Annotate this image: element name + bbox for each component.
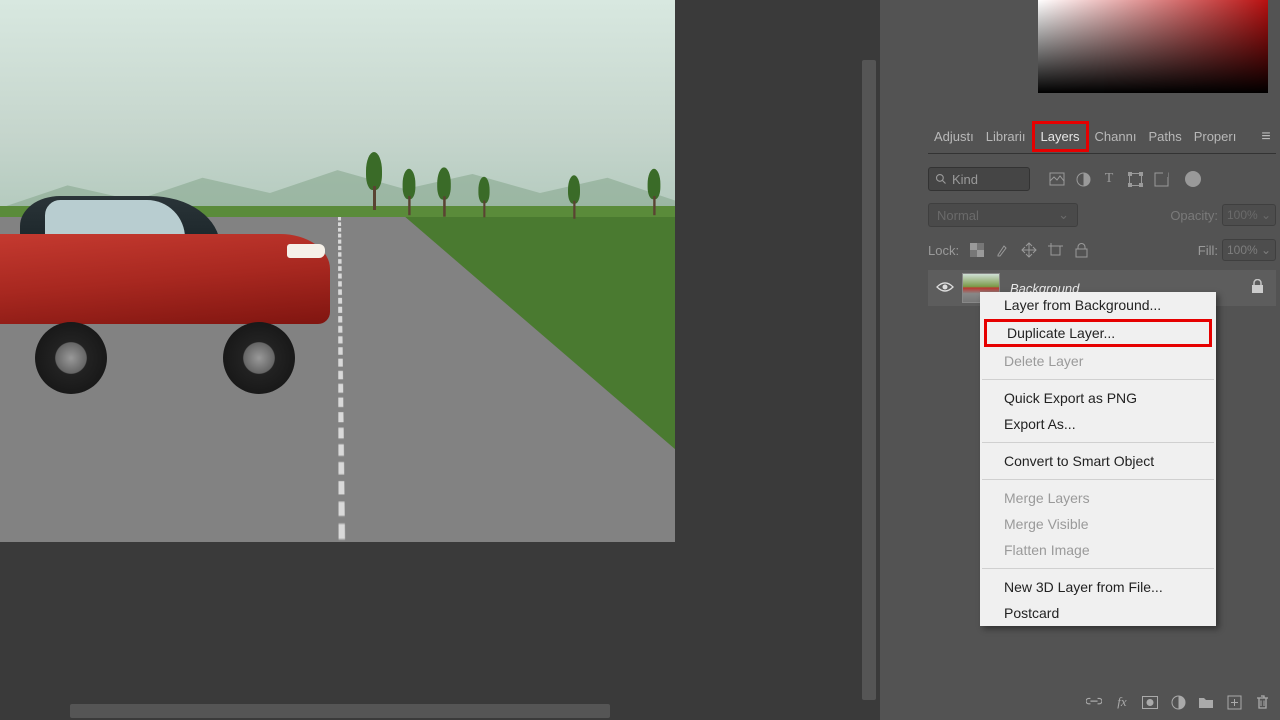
filter-pixel-icon[interactable] <box>1049 171 1065 187</box>
menu-separator <box>982 568 1214 569</box>
link-layers-icon[interactable] <box>1086 694 1102 710</box>
lock-transparency-icon[interactable] <box>969 242 985 258</box>
menu-separator <box>982 379 1214 380</box>
delete-layer-icon[interactable] <box>1254 694 1270 710</box>
filter-type-icon[interactable]: T <box>1101 171 1117 187</box>
lock-all-icon[interactable] <box>1073 242 1089 258</box>
menu-separator <box>982 442 1214 443</box>
layer-mask-icon[interactable] <box>1142 694 1158 710</box>
menu-new-3d-layer[interactable]: New 3D Layer from File... <box>980 574 1216 600</box>
tab-libraries[interactable]: Librariı <box>980 121 1032 152</box>
horizontal-scrollbar[interactable] <box>70 704 790 718</box>
panel-menu-icon[interactable]: ≡ <box>1256 128 1276 146</box>
menu-layer-from-background[interactable]: Layer from Background... <box>980 292 1216 318</box>
tab-adjustments[interactable]: Adjustı <box>928 121 980 152</box>
blend-mode-value: Normal <box>937 208 979 223</box>
menu-merge-visible: Merge Visible <box>980 511 1216 537</box>
tab-channels[interactable]: Channı <box>1089 121 1143 152</box>
lock-icon[interactable] <box>1251 279 1264 297</box>
opacity-label: Opacity: <box>1170 208 1218 223</box>
panel-tab-bar: Adjustı Librariı Layers Channı Paths Pro… <box>928 120 1276 154</box>
tab-properties[interactable]: Properı <box>1188 121 1243 152</box>
menu-separator <box>982 479 1214 480</box>
eye-icon <box>936 281 954 293</box>
chevron-down-icon: ⌄ <box>1058 207 1069 223</box>
menu-convert-smart-object[interactable]: Convert to Smart Object <box>980 448 1216 474</box>
visibility-toggle[interactable] <box>928 281 962 296</box>
blend-mode-select[interactable]: Normal ⌄ <box>928 203 1078 227</box>
menu-export-as[interactable]: Export As... <box>980 411 1216 437</box>
layer-filter-row: Kind T <box>928 163 1276 195</box>
fill-input[interactable]: 100%⌄ <box>1222 239 1276 261</box>
lock-label: Lock: <box>928 243 959 258</box>
filter-smartobject-icon[interactable] <box>1153 171 1169 187</box>
filter-kind-select[interactable]: Kind <box>928 167 1030 191</box>
opacity-input[interactable]: 100%⌄ <box>1222 204 1276 226</box>
lock-position-icon[interactable] <box>1021 242 1037 258</box>
document-canvas[interactable] <box>0 0 675 542</box>
layers-panel-footer: fx <box>1086 690 1270 714</box>
canvas-area <box>0 0 880 720</box>
menu-duplicate-layer[interactable]: Duplicate Layer... <box>987 322 1209 344</box>
filter-shape-icon[interactable] <box>1127 171 1143 187</box>
color-picker-panel <box>980 0 1270 97</box>
color-field[interactable] <box>1038 0 1268 93</box>
menu-merge-layers: Merge Layers <box>980 485 1216 511</box>
filter-adjustment-icon[interactable] <box>1075 171 1091 187</box>
fill-label: Fill: <box>1198 243 1218 258</box>
new-layer-icon[interactable] <box>1226 694 1242 710</box>
filter-toggle-icon[interactable] <box>1185 171 1201 187</box>
lock-pixels-icon[interactable] <box>995 242 1011 258</box>
menu-delete-layer: Delete Layer <box>980 348 1216 374</box>
menu-flatten-image: Flatten Image <box>980 537 1216 563</box>
lock-artboard-icon[interactable] <box>1047 242 1063 258</box>
group-icon[interactable] <box>1198 694 1214 710</box>
tab-paths[interactable]: Paths <box>1142 121 1187 152</box>
menu-quick-export-png[interactable]: Quick Export as PNG <box>980 385 1216 411</box>
menu-postcard[interactable]: Postcard <box>980 600 1216 626</box>
lock-row: Lock: Fill: 100%⌄ <box>928 236 1276 264</box>
search-icon <box>935 173 947 185</box>
layer-style-icon[interactable]: fx <box>1114 694 1130 710</box>
panel-dock-strip <box>880 0 918 720</box>
adjustment-layer-icon[interactable] <box>1170 694 1186 710</box>
vertical-scrollbar[interactable] <box>862 0 876 702</box>
layer-context-menu: Layer from Background... Duplicate Layer… <box>980 292 1216 626</box>
blend-mode-row: Normal ⌄ Opacity: 100%⌄ <box>928 200 1276 230</box>
tab-layers[interactable]: Layers <box>1032 121 1089 152</box>
filter-kind-label: Kind <box>952 172 978 187</box>
